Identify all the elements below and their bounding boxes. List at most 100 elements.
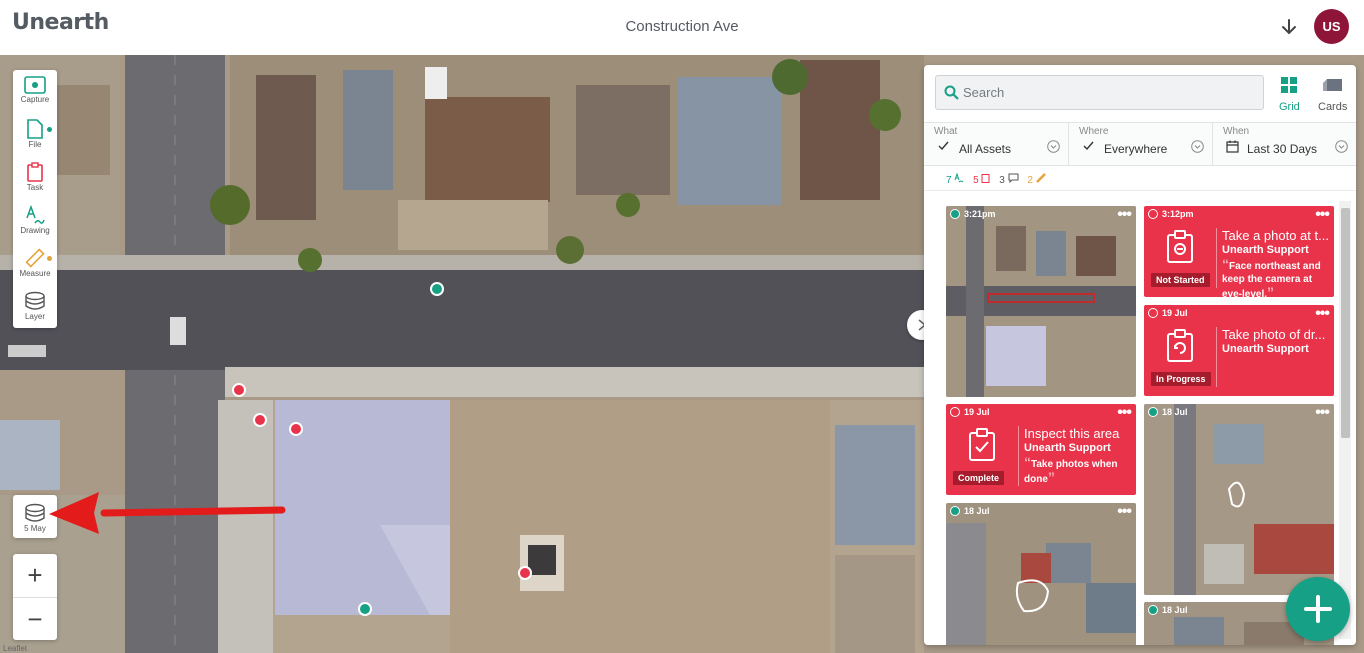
cards-view-label: Cards bbox=[1318, 101, 1348, 113]
grid-icon bbox=[1281, 77, 1298, 93]
tool-label: Capture bbox=[20, 95, 50, 104]
drawing-icon bbox=[26, 205, 45, 224]
map-marker-task[interactable] bbox=[289, 422, 303, 436]
tool-label: File bbox=[28, 140, 42, 149]
chevron-down-icon bbox=[1191, 140, 1204, 153]
map-marker-task[interactable] bbox=[253, 413, 267, 427]
check-icon bbox=[1083, 141, 1094, 151]
top-header: Unearth Construction Ave US bbox=[0, 0, 1364, 55]
filter-what[interactable]: What All Assets bbox=[924, 123, 1068, 166]
plus-icon bbox=[1304, 595, 1332, 623]
filter-where-value: Everywhere bbox=[1104, 142, 1168, 156]
card-header: 3:12pm bbox=[1148, 209, 1194, 219]
task-tool[interactable]: Task bbox=[13, 156, 57, 199]
grid-view-label: Grid bbox=[1279, 101, 1300, 113]
cards-icon bbox=[1322, 79, 1342, 91]
card-header: 18 Jul bbox=[950, 506, 990, 516]
zoom-out-button[interactable]: − bbox=[13, 597, 57, 640]
asset-counts: 7 5 3 2 bbox=[946, 172, 1052, 186]
asset-card-task[interactable]: 3:12pm ••• Not Started Take a photo at t… bbox=[1144, 206, 1334, 297]
card-header: 18 Jul bbox=[1148, 407, 1188, 417]
calendar-icon bbox=[1226, 140, 1239, 153]
more-icon[interactable]: ••• bbox=[1117, 206, 1132, 224]
status-dot bbox=[1148, 308, 1158, 318]
zoom-in-button[interactable]: + bbox=[13, 554, 57, 597]
task-author: Unearth Support bbox=[1222, 343, 1309, 355]
map-marker-photo[interactable] bbox=[430, 282, 444, 296]
download-icon[interactable] bbox=[1278, 15, 1300, 39]
task-description: “Take photos when done” bbox=[1024, 454, 1118, 485]
task-clipboard-icon bbox=[1167, 329, 1193, 362]
filter-where[interactable]: Where Everywhere bbox=[1068, 123, 1212, 166]
map-marker-task[interactable] bbox=[518, 566, 532, 580]
search-icon bbox=[944, 85, 959, 100]
task-body: Inspect this area Unearth Support “Take … bbox=[1024, 426, 1134, 486]
layer-tool[interactable]: Layer bbox=[13, 285, 57, 328]
card-time: 18 Jul bbox=[964, 506, 990, 516]
grid-view-button[interactable]: Grid bbox=[1279, 77, 1300, 113]
asset-card-photo[interactable]: 3:21pm ••• bbox=[946, 206, 1136, 397]
file-indicator-dot bbox=[47, 127, 52, 132]
asset-grid: 3:21pm ••• 3:12pm ••• Not Started Take a… bbox=[924, 190, 1356, 645]
status-dot bbox=[1148, 209, 1158, 219]
card-time: 3:12pm bbox=[1162, 209, 1194, 219]
card-header: 18 Jul bbox=[1148, 605, 1188, 615]
tool-label: Drawing bbox=[20, 226, 50, 235]
asset-card-task[interactable]: 19 Jul ••• In Progress Take photo of dr.… bbox=[1144, 305, 1334, 396]
asset-card-task[interactable]: 19 Jul ••• Complete Inspect this area Un… bbox=[946, 404, 1136, 495]
chevron-down-icon bbox=[1335, 140, 1348, 153]
map-marker-task[interactable] bbox=[232, 383, 246, 397]
map-marker-photo[interactable] bbox=[358, 602, 372, 616]
scrollbar-thumb[interactable] bbox=[1341, 208, 1350, 438]
status-dot bbox=[950, 209, 960, 219]
task-description: “Face northeast and keep the camera at e… bbox=[1222, 256, 1321, 297]
card-divider bbox=[1018, 426, 1019, 486]
asset-card-photo[interactable]: 18 Jul ••• bbox=[946, 503, 1136, 645]
status-badge: In Progress bbox=[1151, 372, 1211, 386]
map-attribution[interactable]: Leaflet bbox=[3, 644, 27, 653]
more-icon[interactable]: ••• bbox=[1117, 503, 1132, 521]
drawing-tool[interactable]: Drawing bbox=[13, 199, 57, 242]
task-clipboard-icon bbox=[1167, 230, 1193, 263]
status-badge: Not Started bbox=[1151, 273, 1210, 287]
check-icon bbox=[938, 141, 949, 151]
cards-view-button[interactable]: Cards bbox=[1318, 77, 1347, 113]
card-time: 3:21pm bbox=[964, 209, 996, 219]
chevron-down-icon bbox=[1047, 140, 1060, 153]
task-count: 5 bbox=[973, 174, 990, 186]
user-avatar[interactable]: US bbox=[1314, 9, 1349, 44]
layer-icon bbox=[25, 291, 45, 310]
more-icon[interactable]: ••• bbox=[1315, 404, 1330, 422]
more-icon[interactable]: ••• bbox=[1315, 206, 1330, 224]
card-header: 3:21pm bbox=[950, 209, 996, 219]
task-icon bbox=[27, 162, 43, 182]
comment-count: 3 bbox=[999, 173, 1019, 186]
more-icon[interactable]: ••• bbox=[1117, 404, 1132, 422]
map-toolbar: Capture File Task Drawing Measure Layer bbox=[13, 70, 57, 328]
capture-tool[interactable]: Capture bbox=[13, 70, 57, 113]
asset-card-photo[interactable]: 18 Jul ••• bbox=[1144, 404, 1334, 595]
comment-icon bbox=[1008, 173, 1019, 184]
drawing-count: 7 bbox=[946, 172, 964, 186]
card-time: 19 Jul bbox=[1162, 308, 1188, 318]
photo-thumbnail bbox=[946, 503, 1136, 645]
assets-panel: Grid Cards What All Assets Where Everywh… bbox=[924, 65, 1356, 645]
filter-where-label: Where bbox=[1079, 126, 1109, 137]
file-tool[interactable]: File bbox=[13, 113, 57, 156]
filter-what-label: What bbox=[934, 126, 958, 137]
status-badge: Complete bbox=[953, 471, 1005, 485]
measure-tool[interactable]: Measure bbox=[13, 242, 57, 285]
task-icon bbox=[981, 174, 990, 183]
filter-when[interactable]: When Last 30 Days bbox=[1212, 123, 1356, 166]
task-clipboard-icon bbox=[969, 428, 995, 461]
photo-thumbnail bbox=[1144, 404, 1334, 595]
add-asset-button[interactable] bbox=[1286, 577, 1350, 641]
file-icon bbox=[27, 119, 43, 139]
drawing-icon bbox=[954, 172, 964, 183]
card-divider bbox=[1216, 327, 1217, 387]
zoom-control: + − bbox=[13, 554, 57, 640]
status-dot bbox=[1148, 605, 1158, 615]
search-input[interactable] bbox=[963, 76, 1259, 109]
photo-thumbnail bbox=[946, 206, 1136, 397]
more-icon[interactable]: ••• bbox=[1315, 305, 1330, 323]
